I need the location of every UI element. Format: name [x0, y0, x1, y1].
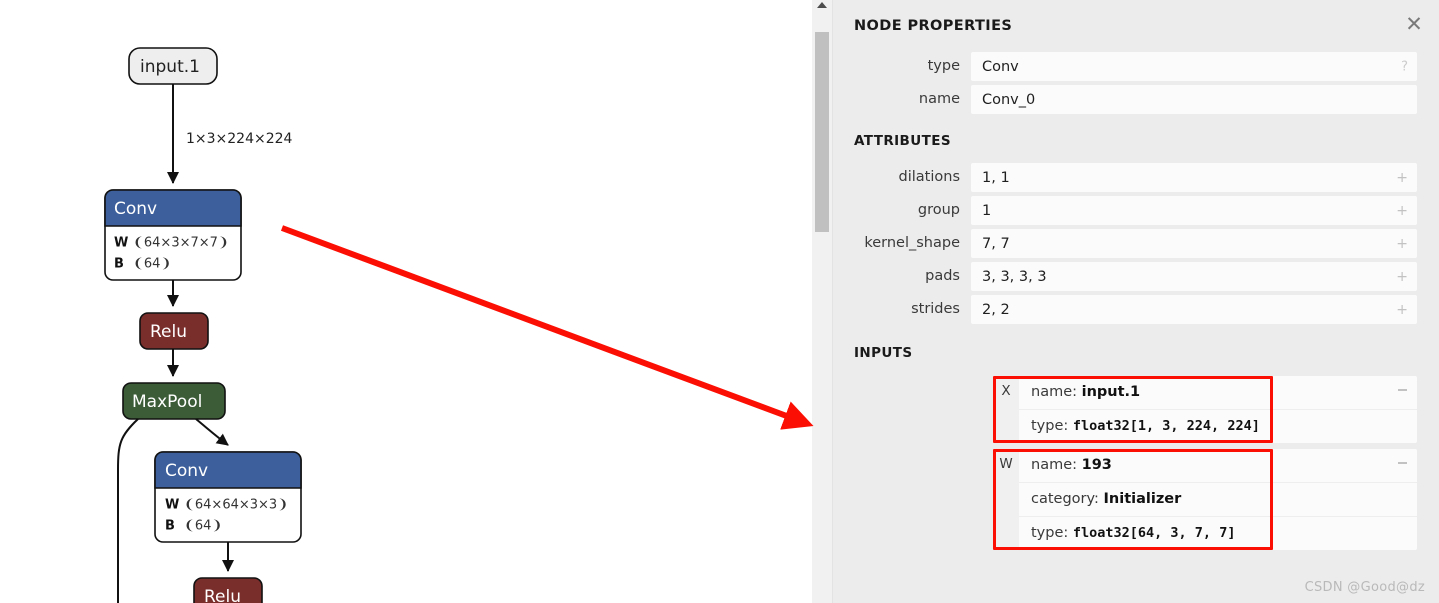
input-slot-label: W	[993, 449, 1019, 550]
input-argument-x[interactable]: X name: input.1 type: float32[1, 3, 224,…	[993, 376, 1417, 443]
input-slot-label: X	[993, 376, 1019, 443]
input-argument-lines: name: 193 category: Initializer type: fl…	[1019, 449, 1417, 550]
graph-node-param-key: B	[114, 257, 124, 272]
attribute-label: group	[917, 202, 960, 218]
input-line-name: name: 193	[1019, 449, 1417, 483]
app-root: 1×3×224×224 input.1 Conv W ❨64×3×7×7❩ B …	[0, 0, 1439, 603]
attribute-row-kernel-shape: kernel_shape 7, 7 +	[833, 229, 1439, 258]
input-argument-w[interactable]: W name: 193 category: Initializer type: …	[993, 449, 1417, 550]
edge-label: 1×3×224×224	[186, 131, 293, 147]
input-line-value: float32[64, 3, 7, 7]	[1072, 525, 1236, 541]
expand-icon[interactable]: +	[1396, 171, 1408, 185]
section-title-attributes: ATTRIBUTES	[854, 133, 951, 149]
node-identity-rows: type Conv ? name Conv_0	[833, 52, 1439, 114]
input-line-key: name:	[1031, 384, 1078, 400]
attribute-row-group: group 1 +	[833, 196, 1439, 225]
collapse-icon[interactable]	[1398, 462, 1407, 464]
input-line-key: category:	[1031, 491, 1099, 507]
attribute-value[interactable]: 3, 3, 3, 3 +	[971, 262, 1417, 291]
attribute-value-text: 3, 3, 3, 3	[982, 268, 1047, 285]
graph-node-param-key: W	[114, 236, 128, 251]
property-label: type	[927, 58, 960, 74]
graph-node-param-value: ❨64×64×3×3❩	[184, 498, 288, 513]
attribute-value-text: 2, 2	[982, 301, 1010, 318]
attribute-value-text: 1, 1	[982, 169, 1010, 186]
attribute-value[interactable]: 1, 1 +	[971, 163, 1417, 192]
input-line-value: input.1	[1081, 384, 1141, 400]
expand-icon[interactable]: +	[1396, 204, 1408, 218]
graph-node-param-key: W	[165, 498, 179, 513]
triangle-up-icon[interactable]	[817, 2, 827, 8]
property-value-type[interactable]: Conv ?	[971, 52, 1417, 81]
property-row-name: name Conv_0	[833, 85, 1439, 114]
graph-node-param-value: ❨64❩	[184, 519, 222, 534]
attribute-value[interactable]: 1 +	[971, 196, 1417, 225]
collapse-icon[interactable]	[1398, 389, 1407, 391]
expand-icon[interactable]: +	[1396, 270, 1408, 284]
help-icon[interactable]: ?	[1401, 60, 1408, 73]
model-graph-canvas[interactable]: 1×3×224×224 input.1 Conv W ❨64×3×7×7❩ B …	[0, 0, 812, 603]
attribute-label: strides	[911, 301, 960, 317]
inputs-list: X name: input.1 type: float32[1, 3, 224,…	[833, 376, 1439, 550]
graph-node-input1[interactable]: input.1	[128, 47, 218, 85]
graph-node-maxpool0[interactable]: MaxPool	[122, 382, 226, 420]
graph-node-param-value: ❨64×3×7×7❩	[133, 236, 229, 251]
attribute-label: dilations	[898, 169, 960, 185]
scrollbar-thumb[interactable]	[815, 32, 829, 232]
property-label: name	[918, 91, 960, 107]
expand-icon[interactable]: +	[1396, 303, 1408, 317]
panel-scrollbar[interactable]	[812, 0, 833, 603]
graph-node-label: Conv	[114, 199, 157, 219]
attribute-value[interactable]: 7, 7 +	[971, 229, 1417, 258]
input-line-name: name: input.1	[1019, 376, 1417, 410]
attribute-row-dilations: dilations 1, 1 +	[833, 163, 1439, 192]
input-line-key: name:	[1031, 457, 1078, 473]
graph-node-relu0[interactable]: Relu	[139, 312, 209, 350]
input-line-key: type:	[1031, 525, 1069, 541]
graph-node-conv1[interactable]: Conv W ❨64×64×3×3❩ B ❨64❩	[154, 451, 302, 543]
attribute-value-text: 1	[982, 202, 992, 219]
attributes-list: dilations 1, 1 + group 1 + kernel_shape …	[833, 163, 1439, 324]
panel-header: NODE PROPERTIES ✕	[833, 0, 1439, 56]
input-argument-lines: name: input.1 type: float32[1, 3, 224, 2…	[1019, 376, 1417, 443]
input-line-type: type: float32[1, 3, 224, 224]	[1019, 410, 1417, 443]
graph-node-label: Relu	[204, 587, 241, 603]
graph-node-conv0[interactable]: Conv W ❨64×3×7×7❩ B ❨64❩	[104, 189, 242, 281]
property-row-type: type Conv ?	[833, 52, 1439, 81]
graph-node-relu1[interactable]: Relu	[193, 577, 263, 603]
input-line-type: type: float32[64, 3, 7, 7]	[1019, 517, 1417, 550]
input-line-value: Initializer	[1103, 491, 1182, 507]
graph-node-label: MaxPool	[132, 392, 202, 412]
close-icon[interactable]: ✕	[1401, 11, 1427, 37]
graph-node-label: input.1	[140, 57, 200, 77]
page-title: NODE PROPERTIES	[854, 18, 1013, 34]
attribute-value-text: 7, 7	[982, 235, 1010, 252]
attribute-row-strides: strides 2, 2 +	[833, 295, 1439, 324]
graph-node-label: Relu	[150, 322, 187, 342]
node-properties-panel: NODE PROPERTIES ✕ type Conv ? name Conv_…	[833, 0, 1439, 603]
attribute-label: kernel_shape	[864, 235, 960, 251]
graph-node-label: Conv	[165, 461, 208, 481]
input-line-category: category: Initializer	[1019, 483, 1417, 517]
graph-svg: 1×3×224×224 input.1 Conv W ❨64×3×7×7❩ B …	[104, 47, 302, 603]
input-line-key: type:	[1031, 418, 1069, 434]
graph-node-param-value: ❨64❩	[133, 257, 171, 272]
graph-edge-labels: 1×3×224×224	[186, 131, 293, 147]
expand-icon[interactable]: +	[1396, 237, 1408, 251]
property-value-name[interactable]: Conv_0	[971, 85, 1417, 114]
property-value-text: Conv_0	[982, 91, 1036, 108]
graph-node-param-key: B	[165, 519, 175, 534]
attribute-value[interactable]: 2, 2 +	[971, 295, 1417, 324]
attribute-label: pads	[925, 268, 960, 284]
input-line-value: float32[1, 3, 224, 224]	[1072, 418, 1260, 434]
attribute-row-pads: pads 3, 3, 3, 3 +	[833, 262, 1439, 291]
section-title-inputs: INPUTS	[854, 345, 913, 361]
property-value-text: Conv	[982, 58, 1019, 75]
watermark: CSDN @Good@dz	[1304, 580, 1425, 595]
input-line-value: 193	[1081, 457, 1112, 473]
